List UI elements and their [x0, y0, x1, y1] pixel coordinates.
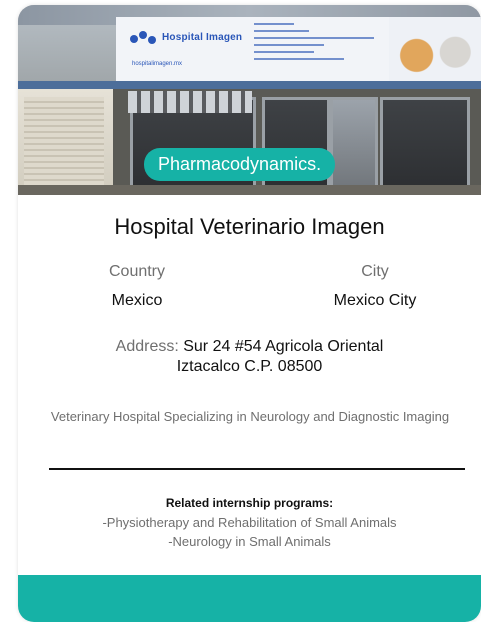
rolling-shutter — [24, 97, 104, 195]
related-programs-list: -Physiotherapy and Rehabilitation of Sma… — [18, 513, 481, 551]
sidewalk — [18, 185, 481, 195]
sign-pets-image — [389, 17, 481, 81]
sign-service-lines — [254, 23, 384, 65]
divider — [49, 468, 465, 470]
program-item: -Neurology in Small Animals — [168, 534, 331, 549]
country-value: Mexico — [111, 292, 163, 309]
address-line1: Sur 24 #54 Agricola Oriental — [183, 338, 384, 355]
city-label: City — [361, 263, 389, 280]
sign-url-text: hospitalimagen.mx — [132, 61, 183, 67]
awning — [18, 81, 481, 89]
address-line2: Iztacalco C.P. 08500 — [176, 358, 323, 375]
country-label: Country — [108, 263, 166, 280]
storefront-door — [330, 97, 378, 195]
storefront-sign: Hospital Imagen hospitalimagen.mx — [116, 17, 481, 84]
category-tag[interactable]: Pharmacodynamics. — [144, 148, 336, 181]
window-panels — [128, 91, 252, 113]
related-programs-title: Related internship programs: — [165, 496, 334, 510]
paw-logo-icon — [130, 31, 156, 47]
address-label: Address: — [115, 338, 179, 355]
storefront-window — [380, 97, 470, 195]
city-block: City Mexico City — [275, 263, 475, 310]
card-footer-bar[interactable] — [18, 575, 481, 622]
program-item: -Physiotherapy and Rehabilitation of Sma… — [102, 515, 397, 530]
hospital-description: Veterinary Hospital Specializing in Neur… — [50, 409, 450, 424]
sign-logo-text: Hospital Imagen — [162, 32, 243, 43]
hospital-title: Hospital Veterinario Imagen — [114, 214, 385, 239]
address-block: Address: Sur 24 #54 Agricola Oriental Iz… — [78, 337, 421, 377]
country-block: Country Mexico — [37, 263, 237, 310]
hospital-card[interactable]: Hospital Imagen hospitalimagen.mx Pharma… — [18, 5, 481, 622]
city-value: Mexico City — [333, 292, 417, 309]
